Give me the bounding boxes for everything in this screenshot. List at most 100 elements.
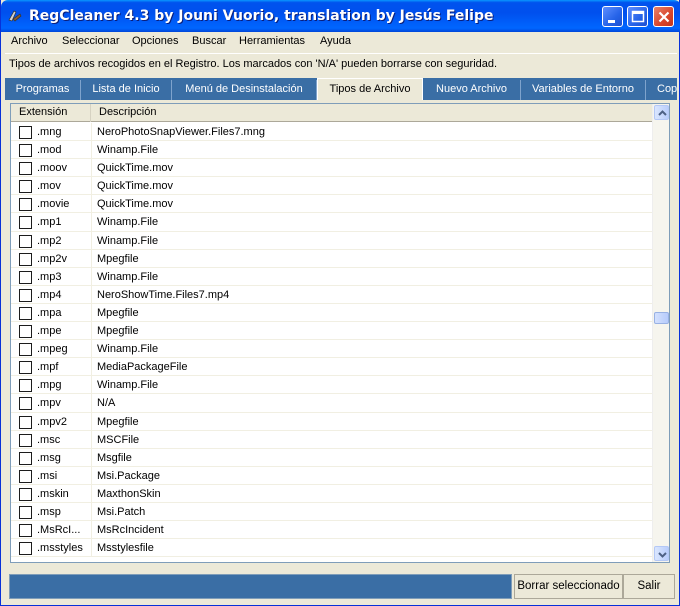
scroll-down-button[interactable] [654,546,669,561]
menu-herramientas[interactable]: Herramientas [239,35,305,47]
row-checkbox[interactable] [19,542,32,556]
row-checkbox[interactable] [19,379,32,393]
tab-menu-de-desinstalacion[interactable]: Menú de Desinstalación [172,80,317,100]
scroll-thumb[interactable] [654,311,669,324]
scroll-up-button[interactable] [654,105,669,120]
exit-button[interactable]: Salir [623,574,675,599]
tab-cop[interactable]: Cop [646,80,677,100]
table-row[interactable]: .mpv2 Mpegfile [11,412,654,431]
table-row[interactable]: .mp1 Winamp.File [11,213,654,232]
row-description: Winamp.File [97,144,159,157]
row-checkbox[interactable] [19,451,32,465]
row-checkbox[interactable] [19,361,32,375]
row-checkbox[interactable] [19,162,32,176]
menu-archivo[interactable]: Archivo [11,35,48,47]
row-description: N/A [97,397,116,410]
row-checkbox[interactable] [19,415,32,429]
row-checkbox[interactable] [19,505,32,519]
column-divider [91,412,92,430]
row-checkbox[interactable] [19,325,32,339]
table-row[interactable]: .msi Msi.Package [11,466,654,485]
table-row[interactable]: .mp3 Winamp.File [11,267,654,286]
tab-variables-de-entorno[interactable]: Variables de Entorno [521,80,646,100]
column-divider [91,249,92,267]
menu-ayuda[interactable]: Ayuda [320,35,351,47]
menu-bar: Archivo Seleccionar Opciones Buscar Herr… [5,33,677,51]
minimize-button[interactable] [602,6,623,27]
table-row[interactable]: .msg Msgfile [11,448,654,467]
maximize-button[interactable] [627,6,648,27]
column-header-descripcion[interactable]: Descripción [91,104,654,122]
list-header: Extensión Descripción [11,104,654,122]
table-row[interactable]: .MsRcI... MsRcIncident [11,521,654,540]
row-checkbox[interactable] [19,144,32,158]
row-checkbox[interactable] [19,216,32,230]
menu-seleccionar[interactable]: Seleccionar [62,35,119,47]
tab-nuevo-archivo[interactable]: Nuevo Archivo [423,80,521,100]
table-row[interactable]: .mskin MaxthonSkin [11,484,654,503]
tab-programas[interactable]: Programas [5,80,81,100]
row-checkbox[interactable] [19,433,32,447]
row-extension: .mng [37,126,62,138]
delete-selected-button[interactable]: Borrar seleccionado [514,574,623,599]
row-checkbox[interactable] [19,234,32,248]
row-description: Winamp.File [97,270,159,283]
table-row[interactable]: .mpv N/A [11,394,654,413]
column-header-extension[interactable]: Extensión [11,104,91,122]
tab-tipos-de-archivo[interactable]: Tipos de Archivo [317,78,423,100]
table-row[interactable]: .movie QuickTime.mov [11,195,654,214]
row-checkbox[interactable] [19,524,32,538]
table-row[interactable]: .mp2v Mpegfile [11,249,654,268]
tab-lista-de-inicio[interactable]: Lista de Inicio [81,80,172,100]
row-description: Mpegfile [97,325,139,338]
row-checkbox[interactable] [19,180,32,194]
file-types-list[interactable]: Extensión Descripción .mng NeroPhotoSnapV… [10,103,670,563]
menu-opciones[interactable]: Opciones [132,35,178,47]
row-description: NeroPhotoSnapViewer.Files7.mng [97,126,265,138]
column-divider [91,303,92,322]
close-button[interactable] [653,6,674,27]
row-checkbox[interactable] [19,469,32,483]
table-row[interactable]: .msstyles Msstylesfile [11,539,654,558]
column-divider [91,195,92,213]
row-extension: .mpeg [37,343,68,356]
row-checkbox[interactable] [19,397,32,411]
table-row[interactable]: .mov QuickTime.mov [11,177,654,196]
row-checkbox[interactable] [19,343,32,357]
table-row[interactable]: .mng NeroPhotoSnapViewer.Files7.mng [11,123,654,142]
table-row[interactable]: .mod Winamp.File [11,141,654,160]
row-checkbox[interactable] [19,252,32,266]
table-row[interactable]: .mp2 Winamp.File [11,231,654,250]
row-checkbox[interactable] [19,288,32,302]
vertical-scrollbar[interactable] [652,104,669,562]
row-extension: .mpf [37,361,59,374]
table-row[interactable]: .mp4 NeroShowTime.Files7.mp4 [11,285,654,304]
table-row[interactable]: .msc MSCFile [11,430,654,449]
row-extension: .movie [37,198,70,211]
column-divider [91,177,92,195]
table-row[interactable]: .mpg Winamp.File [11,376,654,395]
row-extension: .mpv2 [37,415,67,428]
row-checkbox[interactable] [19,198,32,212]
table-row[interactable]: .mpeg Winamp.File [11,340,654,359]
row-extension: .msi [37,469,58,482]
window-title: RegCleaner 4.3 by Jouni Vuorio, translat… [29,8,494,24]
menu-buscar[interactable]: Buscar [192,35,226,47]
row-checkbox[interactable] [19,126,32,139]
table-row[interactable]: .mpe Mpegfile [11,322,654,341]
row-extension: .mpg [37,379,62,392]
row-checkbox[interactable] [19,487,32,501]
table-row[interactable]: .mpf MediaPackageFile [11,358,654,377]
title-bar[interactable]: RegCleaner 4.3 by Jouni Vuorio, translat… [1,0,680,32]
column-divider [91,484,92,502]
table-row[interactable]: .mpa Mpegfile [11,303,654,323]
row-checkbox[interactable] [19,270,32,284]
table-row[interactable]: .msp Msi.Patch [11,502,654,522]
row-checkbox[interactable] [19,306,32,320]
row-extension: .mp1 [37,216,62,229]
row-description: Msi.Package [97,469,160,482]
table-row[interactable]: .moov QuickTime.mov [11,159,654,178]
column-divider [91,213,92,231]
row-description: Msstylesfile [97,542,154,555]
column-divider [91,466,92,484]
